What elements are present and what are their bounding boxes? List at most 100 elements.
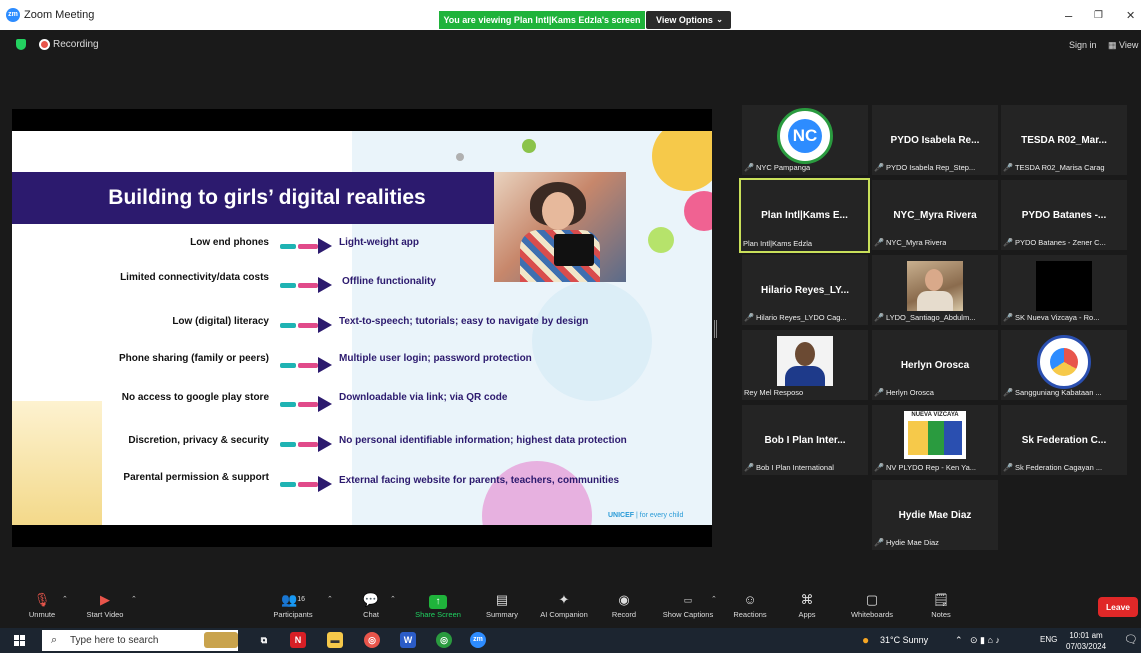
recording-icon — [39, 39, 50, 50]
participant-name: 🎤 NV PLYDO Rep - Ken Ya... — [874, 463, 977, 472]
taskbar-clock[interactable]: 10:01 am 07/03/2024 — [1066, 630, 1106, 652]
chrome-icon[interactable]: ◎ — [364, 632, 380, 648]
participant-tile[interactable]: Herlyn Orosca 🎤 Herlyn Orosca — [872, 330, 998, 400]
ai-companion-button[interactable]: ✦ AI Companion — [534, 590, 594, 626]
sign-in-link[interactable]: Sign in — [1069, 40, 1097, 50]
participant-display-name: Bob I Plan Inter... — [764, 435, 846, 446]
participant-tile[interactable]: 🎤 Sangguniang Kabataan ... — [1001, 330, 1127, 400]
netflix-icon[interactable]: N — [290, 632, 306, 648]
participants-icon: 👥 — [281, 592, 298, 607]
captions-icon: ▭ — [683, 595, 693, 605]
notes-icon: 🗒 — [932, 592, 950, 607]
security-shield-icon[interactable] — [16, 39, 26, 50]
slide-title: Building to girls’ digital realities — [108, 186, 426, 209]
participant-tile[interactable]: Hydie Mae Diaz 🎤 Hydie Mae Diaz — [872, 480, 998, 550]
chevron-up-icon[interactable]: ⌃ — [131, 595, 137, 603]
participant-tile[interactable]: Hilario Reyes_LY... 🎤 Hilario Reyes_LYDO … — [742, 255, 868, 325]
unmute-button[interactable]: 🎙 Unmute — [20, 590, 64, 626]
slide-row: Discretion, privacy & security No person… — [12, 435, 712, 455]
notifications-icon[interactable]: 🗨 — [1124, 633, 1138, 646]
participant-display-name: PYDO Batanes -... — [1021, 210, 1107, 221]
zoom-app-icon: zm — [6, 8, 20, 22]
view-options-label: View Options — [656, 15, 713, 25]
solution-label: External facing website for parents, tea… — [339, 475, 620, 486]
participant-tile[interactable]: 🎤 LYDO_Santiago_Abdulm... — [872, 255, 998, 325]
clock-date: 07/03/2024 — [1066, 642, 1107, 651]
challenge-label: Low (digital) literacy — [172, 316, 269, 327]
leave-button[interactable]: Leave — [1098, 597, 1138, 617]
challenge-label: Phone sharing (family or peers) — [118, 353, 269, 364]
chrome-profile-icon[interactable]: ◎ — [436, 632, 452, 648]
participant-tile[interactable]: PYDO Isabela Re... 🎤 PYDO Isabela Rep_Ste… — [872, 105, 998, 175]
participant-display-name: Herlyn Orosca — [900, 360, 970, 371]
participant-tile[interactable]: NUEVA VIZCAYA 🎤 NV PLYDO Rep - Ken Ya... — [872, 405, 998, 475]
screen-share-banner: You are viewing Plan Intl|Kams Edzla's s… — [439, 11, 645, 29]
record-button[interactable]: ◉ Record — [608, 590, 640, 626]
muted-mic-icon: 🎤 — [874, 313, 884, 322]
chevron-up-icon[interactable]: ⌃ — [711, 595, 717, 603]
notes-button[interactable]: 🗒 Notes — [924, 590, 958, 626]
search-highlight-icon[interactable] — [204, 632, 238, 648]
tray-chevron-up-icon[interactable]: ⌃ — [955, 635, 963, 646]
participant-tile[interactable]: Bob I Plan Inter... 🎤 Bob I Plan Internat… — [742, 405, 868, 475]
participant-tile[interactable]: PYDO Batanes -... 🎤 PYDO Batanes - Zener … — [1001, 180, 1127, 250]
show-captions-button[interactable]: ▭ Show Captions — [658, 590, 718, 626]
windows-start-icon[interactable] — [14, 635, 26, 647]
challenge-label: Limited connectivity/data costs — [120, 272, 269, 283]
slide-row: Limited connectivity/data costs Offline … — [12, 272, 712, 296]
view-options-button[interactable]: View Options ⌄ — [646, 11, 731, 29]
participant-tile[interactable]: Sk Federation C... 🎤 Sk Federation Cagaya… — [1001, 405, 1127, 475]
language-indicator[interactable]: ENG — [1040, 635, 1057, 644]
share-screen-icon: ↑ — [429, 595, 447, 609]
task-view-icon[interactable]: ⧉ — [256, 632, 272, 648]
chat-button[interactable]: 💬 Chat — [356, 590, 386, 626]
participant-tile[interactable]: Rey Mel Resposo — [742, 330, 868, 400]
meeting-toolbar: 🎙 Unmute ⌃ ▶ Start Video ⌃ 👥16 Participa… — [0, 590, 1141, 626]
meeting-header: Recording Sign in ▦ View — [0, 30, 1141, 56]
windows-taskbar: ⌕ Type here to search ⧉ N ▬ ◎ W ◎ zm ● 3… — [0, 628, 1141, 653]
weather-label[interactable]: 31°C Sunny — [880, 635, 928, 645]
view-button[interactable]: ▦ View — [1108, 40, 1138, 51]
participant-tile[interactable]: NYC_Myra Rivera 🎤 NYC_Myra Rivera — [872, 180, 998, 250]
apps-button[interactable]: ⌘ Apps — [790, 590, 824, 626]
participant-tile-active-speaker[interactable]: Plan Intl|Kams E... Plan Intl|Kams Edzla — [739, 178, 870, 253]
muted-mic-icon: 🎤 — [744, 463, 754, 472]
participant-name: 🎤 NYC_Myra Rivera — [874, 238, 947, 247]
summary-button[interactable]: ▤ Summary — [480, 590, 524, 626]
nv-logo-icon: NUEVA VIZCAYA — [904, 411, 966, 459]
solution-label: Multiple user login; password protection — [339, 353, 532, 364]
reactions-button[interactable]: ☺ Reactions — [730, 590, 770, 626]
participant-name: 🎤 LYDO_Santiago_Abdulm... — [874, 313, 976, 322]
girl-with-tablet-photo — [494, 172, 626, 282]
close-button[interactable]: ✕ — [1126, 9, 1135, 22]
minimize-button[interactable]: – — [1065, 8, 1072, 23]
zoom-taskbar-icon[interactable]: zm — [470, 632, 486, 648]
solution-label: No personal identifiable information; hi… — [339, 435, 627, 446]
arrow-right-icon — [280, 238, 332, 254]
chevron-up-icon[interactable]: ⌃ — [327, 595, 333, 603]
system-tray-icons[interactable]: ⊙ ▮ ⌂ ♪ — [970, 635, 1000, 646]
decor-circle — [532, 281, 652, 401]
word-icon[interactable]: W — [400, 632, 416, 648]
shared-screen: Building to girls’ digital realities Low… — [12, 109, 712, 547]
participants-count: 16 — [297, 596, 305, 603]
share-screen-button[interactable]: ↑ Share Screen — [410, 590, 466, 626]
chevron-up-icon[interactable]: ⌃ — [62, 595, 68, 603]
chevron-up-icon[interactable]: ⌃ — [390, 595, 396, 603]
participants-button[interactable]: 👥16 Participants — [268, 590, 318, 626]
search-placeholder: Type here to search — [70, 635, 159, 646]
participant-name: 🎤 Sangguniang Kabataan ... — [1003, 388, 1102, 397]
participant-tile[interactable]: NC 🎤 NYC Pampanga — [742, 105, 868, 175]
participant-tile[interactable]: 🎤 SK Nueva Vizcaya - Ro... — [1001, 255, 1127, 325]
muted-mic-icon: 🎤 — [874, 538, 884, 547]
start-video-button[interactable]: ▶ Start Video — [80, 590, 130, 626]
participant-video-black — [1036, 261, 1092, 311]
whiteboards-button[interactable]: ▢ Whiteboards — [845, 590, 899, 626]
muted-mic-icon: 🎤 — [1003, 463, 1013, 472]
solution-label: Offline functionality — [342, 276, 436, 287]
panel-resize-handle[interactable] — [714, 320, 717, 338]
muted-mic-icon: 🎤 — [874, 163, 884, 172]
file-explorer-icon[interactable]: ▬ — [327, 632, 343, 648]
participant-tile[interactable]: TESDA R02_Mar... 🎤 TESDA R02_Marisa Carag — [1001, 105, 1127, 175]
maximize-button[interactable]: ❐ — [1094, 10, 1103, 21]
